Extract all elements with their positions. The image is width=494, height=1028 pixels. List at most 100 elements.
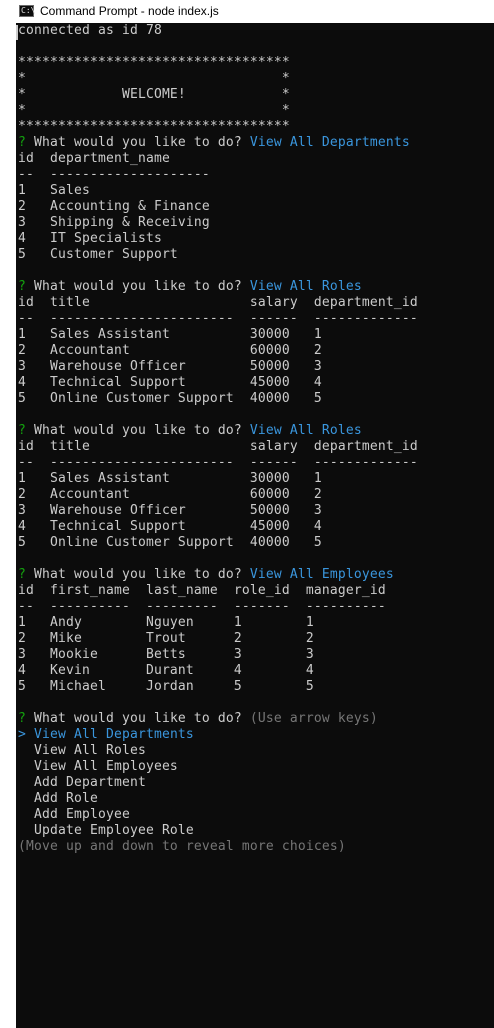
prompt-question: What would you like to do? (26, 279, 250, 294)
prompt-question-mark: ? (18, 711, 26, 726)
output-text: ********************************** (18, 119, 290, 134)
output-text: 3 Mookie Betts 3 3 (18, 647, 314, 662)
prompt-line: ? What would you like to do? View All Em… (18, 567, 418, 583)
output-line: -- ---------- --------- ------- --------… (18, 599, 418, 615)
prompt-question-mark: ? (18, 423, 26, 438)
output-text: 2 Accountant 60000 2 (18, 343, 322, 358)
command-prompt-icon-glyph: C:\ (21, 6, 36, 15)
output-text: 2 Accounting & Finance (18, 199, 210, 214)
output-line: -- -------------------- (18, 167, 418, 183)
output-text: 5 Michael Jordan 5 5 (18, 679, 314, 694)
prompt-answer: View All Employees (249, 567, 394, 582)
prompt-line: ? What would you like to do? (Use arrow … (18, 711, 418, 727)
prompt-line: ? What would you like to do? View All Ro… (18, 423, 418, 439)
menu-choice[interactable]: Add Employee (18, 807, 418, 823)
output-line: 5 Online Customer Support 40000 5 (18, 535, 418, 551)
output-line: ********************************** (18, 55, 418, 71)
output-text: 1 Sales Assistant 30000 1 (18, 471, 322, 486)
menu-choice-label: View All Employees (18, 759, 178, 774)
prompt-question-mark: ? (18, 567, 26, 582)
console-window[interactable]: connected as id 78 **********************… (0, 23, 494, 1028)
output-line: 1 Sales Assistant 30000 1 (18, 327, 418, 343)
output-line: id department_name (18, 151, 418, 167)
output-line: id title salary department_id (18, 439, 418, 455)
selection-pointer-icon: > (18, 727, 26, 742)
output-text: 3 Warehouse Officer 50000 3 (18, 503, 322, 518)
output-text: 4 Technical Support 45000 4 (18, 375, 322, 390)
menu-choice[interactable]: View All Roles (18, 743, 418, 759)
prompt-line: ? What would you like to do? View All Ro… (18, 279, 418, 295)
menu-choice[interactable]: Add Role (18, 791, 418, 807)
menu-choice-label: View All Departments (26, 727, 194, 742)
prompt-question: What would you like to do? (26, 423, 250, 438)
output-line: 5 Online Customer Support 40000 5 (18, 391, 418, 407)
window-title: Command Prompt - node index.js (40, 4, 219, 18)
prompt-question: What would you like to do? (26, 711, 250, 726)
output-text: 3 Warehouse Officer 50000 3 (18, 359, 322, 374)
output-line: 2 Accountant 60000 2 (18, 343, 418, 359)
output-line: id title salary department_id (18, 295, 418, 311)
output-line: 5 Customer Support (18, 247, 418, 263)
output-text: -- ---------- --------- ------- --------… (18, 599, 386, 614)
output-text: 5 Online Customer Support 40000 5 (18, 535, 322, 550)
menu-choice-label: View All Roles (18, 743, 146, 758)
output-text: -- ----------------------- ------ ------… (18, 311, 418, 326)
output-line: 5 Michael Jordan 5 5 (18, 679, 418, 695)
prompt-question-mark: ? (18, 135, 26, 150)
menu-choice-selected[interactable]: > View All Departments (18, 727, 418, 743)
menu-choice-label: Add Department (18, 775, 146, 790)
output-line: 2 Accountant 60000 2 (18, 487, 418, 503)
window-titlebar[interactable]: C:\ Command Prompt - node index.js (0, 0, 494, 23)
output-text: 4 Kevin Durant 4 4 (18, 663, 314, 678)
output-line: connected as id 78 (18, 23, 418, 39)
output-line: 4 Kevin Durant 4 4 (18, 663, 418, 679)
output-line: 1 Andy Nguyen 1 1 (18, 615, 418, 631)
prompt-answer: View All Departments (249, 135, 410, 150)
prompt-answer: View All Roles (249, 423, 362, 438)
output-line: 1 Sales Assistant 30000 1 (18, 471, 418, 487)
output-text: 1 Sales Assistant 30000 1 (18, 327, 322, 342)
prompt-answer: View All Roles (249, 279, 362, 294)
menu-choice[interactable]: Add Department (18, 775, 418, 791)
menu-hint: (Move up and down to reveal more choices… (18, 839, 418, 855)
output-text: 5 Customer Support (18, 247, 178, 262)
output-line: 4 Technical Support 45000 4 (18, 375, 418, 391)
command-prompt-icon: C:\ (19, 5, 36, 17)
output-line: * * (18, 103, 418, 119)
menu-choice[interactable]: Update Employee Role (18, 823, 418, 839)
output-text: 5 Online Customer Support 40000 5 (18, 391, 322, 406)
output-line: id first_name last_name role_id manager_… (18, 583, 418, 599)
output-line: 1 Sales (18, 183, 418, 199)
output-line: 3 Mookie Betts 3 3 (18, 647, 418, 663)
output-text: * * (18, 103, 290, 118)
output-text: 1 Andy Nguyen 1 1 (18, 615, 314, 630)
output-text: 3 Shipping & Receiving (18, 215, 210, 230)
menu-choice-label: Update Employee Role (18, 823, 194, 838)
output-line: 3 Shipping & Receiving (18, 215, 418, 231)
output-line: -- ----------------------- ------ ------… (18, 311, 418, 327)
output-text: 4 Technical Support 45000 4 (18, 519, 322, 534)
prompt-answer: (Use arrow keys) (249, 711, 378, 726)
output-line: * * (18, 71, 418, 87)
menu-hint-text: (Move up and down to reveal more choices… (18, 839, 346, 854)
output-line: ********************************** (18, 119, 418, 135)
menu-choice[interactable]: View All Employees (18, 759, 418, 775)
output-line: * WELCOME! * (18, 87, 418, 103)
output-text: connected as id 78 (18, 23, 162, 38)
output-text: -- -------------------- (18, 167, 210, 182)
prompt-question: What would you like to do? (26, 135, 250, 150)
output-line: 2 Mike Trout 2 2 (18, 631, 418, 647)
output-text: id title salary department_id (18, 439, 418, 454)
output-text: ********************************** (18, 55, 290, 70)
output-line: 3 Warehouse Officer 50000 3 (18, 503, 418, 519)
output-text: 2 Accountant 60000 2 (18, 487, 322, 502)
output-line: 4 Technical Support 45000 4 (18, 519, 418, 535)
output-text: * * (18, 71, 290, 86)
menu-choice-label: Add Role (18, 791, 98, 806)
output-line: 2 Accounting & Finance (18, 199, 418, 215)
prompt-line: ? What would you like to do? View All De… (18, 135, 418, 151)
